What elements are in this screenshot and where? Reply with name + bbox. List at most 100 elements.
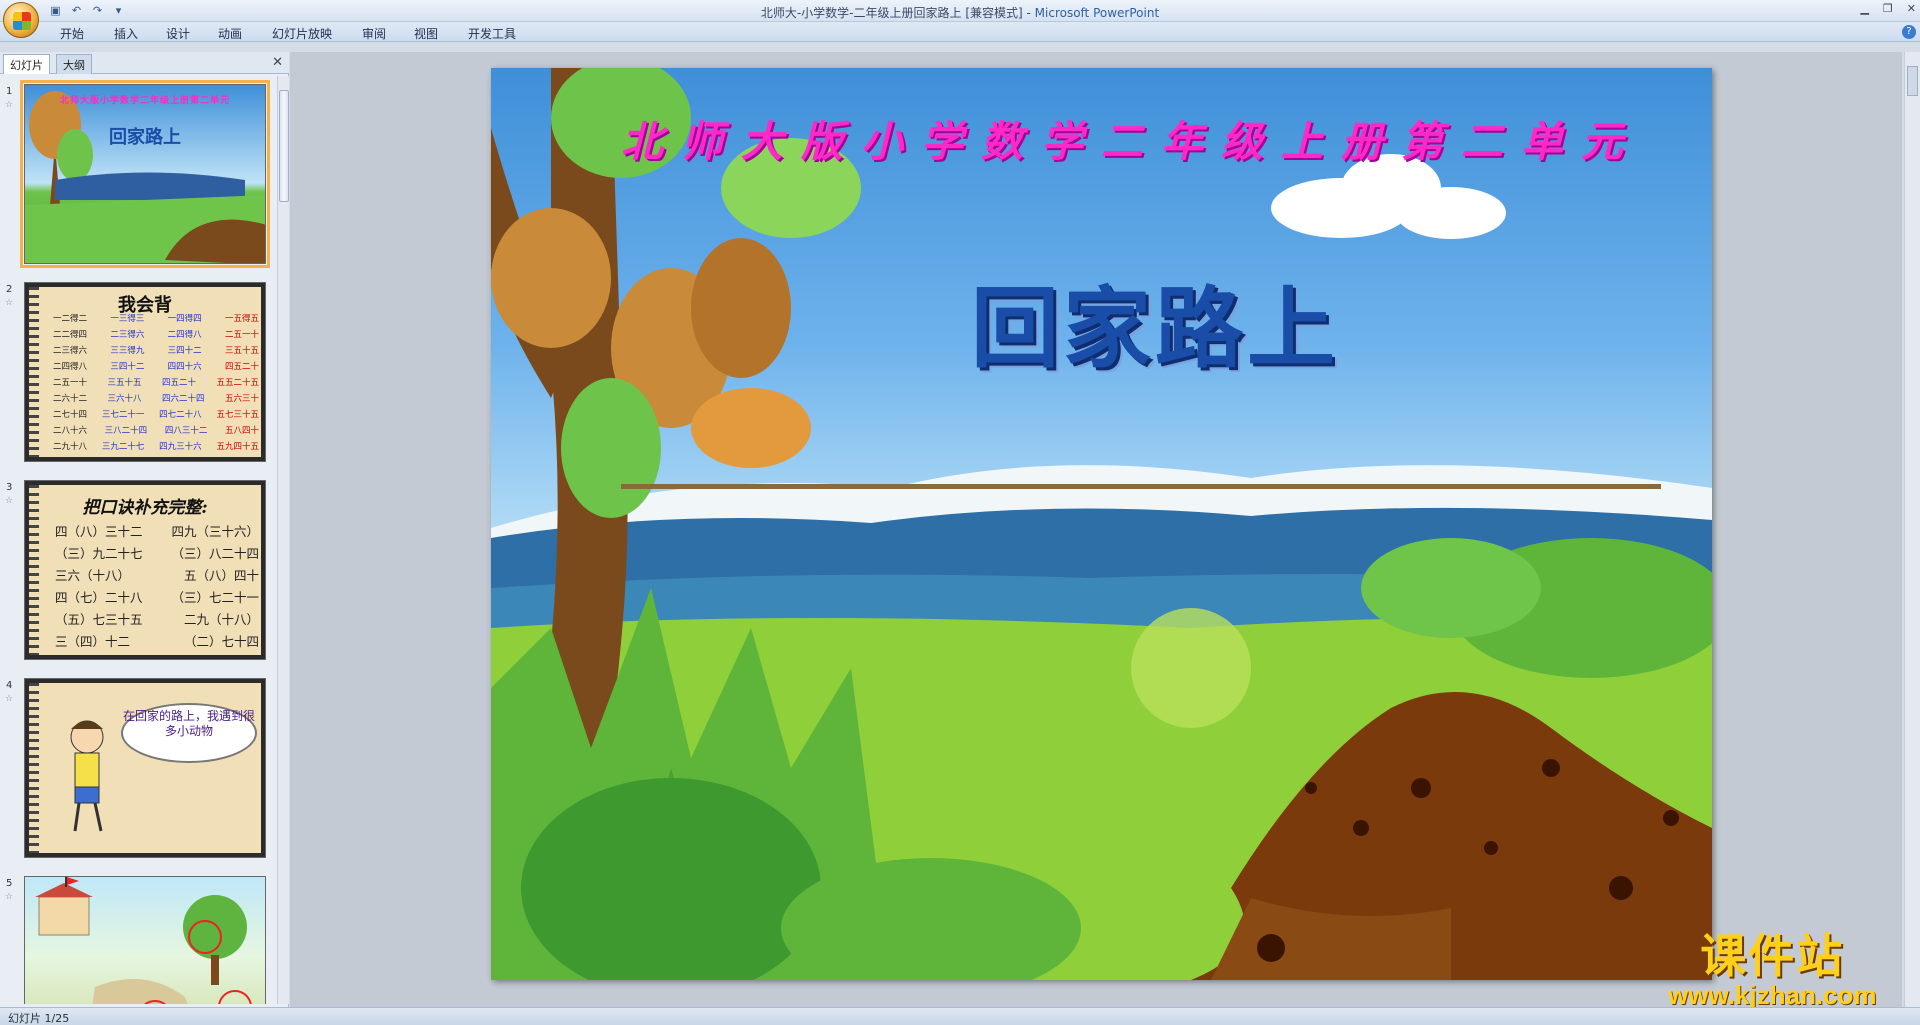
- thumbnail-image[interactable]: 把口诀补充完整: 四（八）三十二 四九（三十六） （三）九二十七 （三）八二十四三六（…: [24, 480, 266, 660]
- table-cell: 一二得二: [53, 314, 88, 324]
- table-cell: 四八三十二: [164, 426, 208, 436]
- list-cell: （三）八二十四: [171, 546, 259, 561]
- window-title: 北师大-小学数学-二年级上册回家路上 [兼容模式] - Microsoft Po…: [0, 4, 1920, 21]
- animation-star-icon: ☆: [5, 892, 14, 902]
- list-item: 四（八）三十二 四九（三十六）: [55, 521, 259, 543]
- close-icon[interactable]: ✕: [1907, 2, 1916, 15]
- site-watermark: 课件站 www.kjzhan.com: [1668, 920, 1877, 1011]
- tab-insert[interactable]: 插入: [114, 25, 138, 42]
- list-cell: （三）九二十七: [55, 546, 143, 561]
- slide-number: 4: [6, 680, 13, 691]
- help-icon[interactable]: ?: [1902, 25, 1916, 39]
- fill-in-list: 四（八）三十二 四九（三十六） （三）九二十七 （三）八二十四三六（十八） 五（八）四十…: [55, 521, 259, 653]
- table-cell: 三八二十四: [104, 426, 148, 436]
- thumbnail-image[interactable]: 北师大版小学数学二年级上册第二单元 回家路上: [20, 80, 270, 268]
- slide-title[interactable]: 回家路上: [971, 258, 1339, 385]
- table-cell: 三六十八: [107, 394, 142, 404]
- slide-indicator: 幻灯片 1/25: [8, 1012, 70, 1025]
- list-cell: 五（八）四十: [183, 568, 259, 583]
- tab-home[interactable]: 开始: [60, 25, 84, 42]
- tab-slideshow[interactable]: 幻灯片放映: [272, 25, 332, 42]
- thumbnail-title: 回家路上: [109, 127, 181, 148]
- list-cell: 二九（十八）: [183, 612, 259, 627]
- table-row: 二五一十 三五十五 四五二十 五五二十五: [53, 375, 259, 391]
- slide-number: 5: [6, 878, 13, 889]
- table-row: 二六十二 三六十八 四六二十四 五六三十: [53, 391, 259, 407]
- status-bar: 幻灯片 1/25: [0, 1007, 1920, 1025]
- thumbnail-image[interactable]: 在回家的路上，我遇到很多小动物: [24, 678, 266, 858]
- pane-scrollbar[interactable]: [277, 76, 289, 1004]
- table-cell: 三九二十七: [101, 442, 145, 452]
- main-scroll-thumb[interactable]: [1907, 66, 1918, 96]
- slide-subtitle[interactable]: 北师大版小学数学二年级上册第二单元: [581, 108, 1681, 169]
- table-cell: 一四得四: [167, 314, 202, 324]
- table-cell: 三四十二: [110, 362, 145, 372]
- thumbnail-image[interactable]: 我会背 一二得二 一三得三 一四得四 一五得五 二二得四 二三得六 二四得八 二五一十 二三得六…: [24, 282, 266, 462]
- table-cell: 四五二十: [161, 378, 196, 388]
- table-row: 二八十六 三八二十四 四八三十二 五八四十: [53, 423, 259, 439]
- table-cell: 四九三十六: [159, 442, 202, 452]
- slide-number: 2: [6, 284, 13, 295]
- table-cell: 五五二十五: [216, 378, 259, 388]
- table-cell: 二九十八: [53, 442, 88, 452]
- slides-pane: 幻灯片 大纲 ✕ 1 ☆ 北师大版小学数学二年级上册第二单元 回家路上 2 ☆ …: [0, 52, 289, 1007]
- office-button[interactable]: [3, 2, 39, 38]
- thumbnail-image[interactable]: [24, 876, 266, 1004]
- tab-design[interactable]: 设计: [166, 25, 190, 42]
- main-scrollbar[interactable]: [1904, 52, 1920, 1007]
- table-cell: 四六二十四: [161, 394, 205, 404]
- list-cell: 四九（三十六）: [171, 524, 259, 539]
- boy-illustration: [70, 720, 104, 832]
- list-cell: 四（八）三十二: [55, 524, 143, 539]
- list-item: 三六（十八） 五（八）四十: [55, 565, 259, 587]
- table-cell: 一五得五: [224, 314, 259, 324]
- tab-view[interactable]: 视图: [414, 25, 438, 42]
- table-row: 一二得二 一三得三 一四得四 一五得五: [53, 311, 259, 327]
- animation-star-icon: ☆: [5, 298, 14, 308]
- slide-number: 3: [6, 482, 13, 493]
- table-cell: 二五一十: [53, 378, 88, 388]
- tab-review[interactable]: 审阅: [362, 25, 386, 42]
- list-cell: （五）七三十五: [55, 612, 143, 627]
- animation-star-icon: ☆: [5, 694, 14, 704]
- table-cell: 三三得九: [110, 346, 145, 356]
- table-cell: 二六十二: [53, 394, 88, 404]
- pane-tabs: 幻灯片 大纲 ✕: [0, 52, 289, 74]
- tab-developer[interactable]: 开发工具: [468, 25, 516, 42]
- minimize-icon[interactable]: ▁: [1860, 2, 1868, 15]
- office-logo-icon: [13, 12, 31, 30]
- table-cell: 三五十五: [107, 378, 142, 388]
- thumbnail-scene: [35, 877, 252, 1004]
- thumbnail-list: 1 ☆ 北师大版小学数学二年级上册第二单元 回家路上 2 ☆ 我会背 一二得二 …: [0, 76, 276, 1004]
- tab-outline[interactable]: 大纲: [56, 54, 92, 74]
- list-item: 三（四）十二 （二）七十四: [55, 631, 259, 653]
- table-cell: 五六三十: [224, 394, 259, 404]
- pane-scroll-thumb[interactable]: [279, 90, 289, 202]
- tab-animations[interactable]: 动画: [218, 25, 242, 42]
- title-bar: ▣ ↶ ↷ ▾ 北师大-小学数学-二年级上册回家路上 [兼容模式] - Micr…: [0, 0, 1920, 38]
- app-name: Microsoft PowerPoint: [1034, 6, 1160, 20]
- slide-number: 1: [6, 86, 13, 97]
- thumbnail-subtitle: 北师大版小学数学二年级上册第二单元: [59, 96, 230, 106]
- table-cell: 二七十四: [53, 410, 88, 420]
- list-cell: （二）七十四: [183, 634, 259, 649]
- list-item: （三）九二十七 （三）八二十四: [55, 543, 259, 565]
- table-cell: 二四得八: [53, 362, 88, 372]
- slide-canvas[interactable]: 北师大版小学数学二年级上册第二单元 回家路上: [491, 68, 1712, 980]
- tab-slides[interactable]: 幻灯片: [3, 54, 50, 74]
- window-controls: ▁ ❐ ✕: [1860, 2, 1916, 15]
- close-pane-icon[interactable]: ✕: [272, 55, 283, 70]
- list-cell: 三六（十八）: [55, 568, 131, 583]
- ribbon-tab-bar: 开始 插入 设计 动画 幻灯片放映 审阅 视图 开发工具 ?: [0, 22, 1920, 42]
- table-cell: 三七二十一: [101, 410, 145, 420]
- document-title: 北师大-小学数学-二年级上册回家路上 [兼容模式] -: [760, 6, 1035, 20]
- list-item: 四（七）二十八 （三）七二十一: [55, 587, 259, 609]
- title-underline: [621, 484, 1661, 489]
- list-cell: 四（七）二十八: [55, 590, 143, 605]
- restore-icon[interactable]: ❐: [1883, 2, 1893, 15]
- table-row: 二九十八 三九二十七 四九三十六 五九四十五: [53, 439, 259, 455]
- speech-bubble: 在回家的路上，我遇到很多小动物: [121, 703, 257, 763]
- table-cell: 二三得六: [110, 330, 145, 340]
- thumbnail-title: 把口诀补充完整:: [82, 498, 208, 518]
- multiplication-table: 一二得二 一三得三 一四得四 一五得五 二二得四 二三得六 二四得八 二五一十 二三得六 三三得九…: [53, 311, 259, 455]
